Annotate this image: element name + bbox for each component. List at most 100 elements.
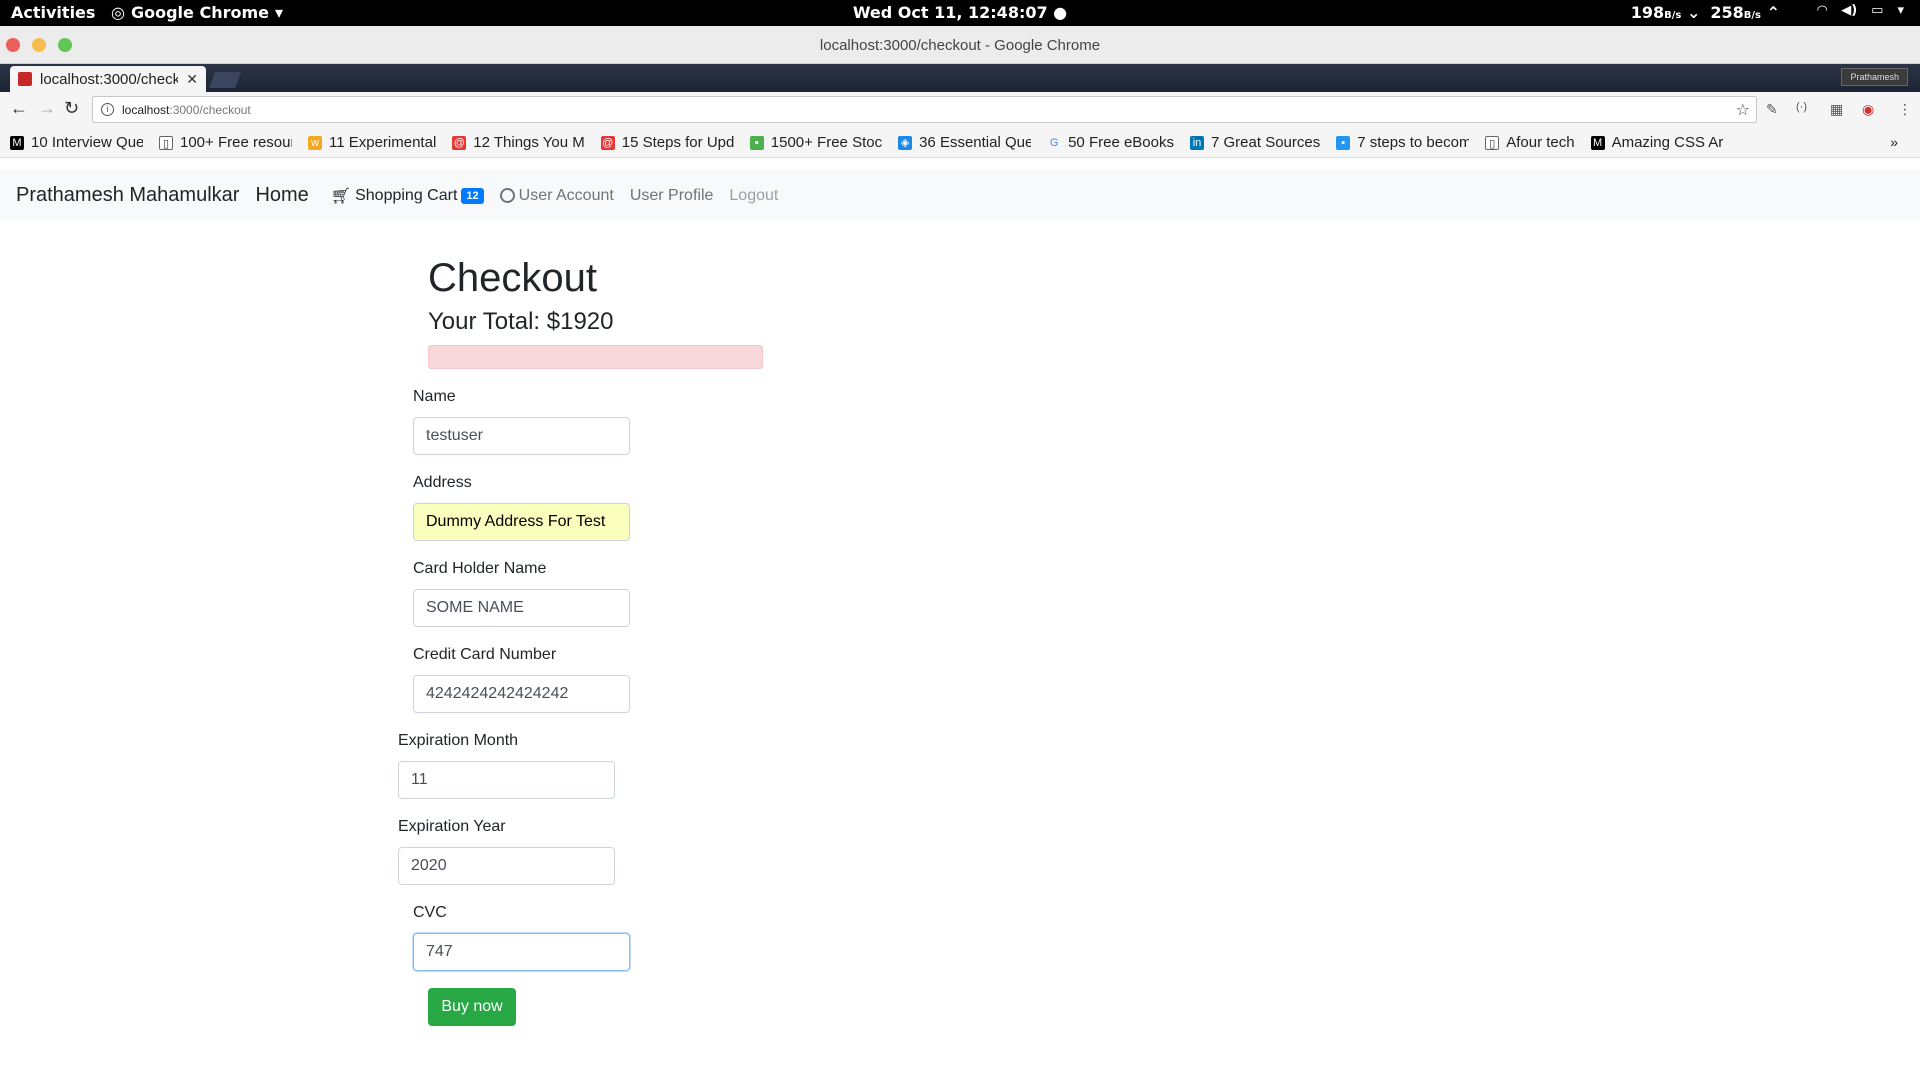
buy-now-button[interactable]: Buy now bbox=[428, 988, 516, 1026]
extension-red-circle-icon[interactable]: ◉ bbox=[1862, 101, 1874, 118]
exp-year-input[interactable] bbox=[398, 847, 615, 885]
red-swirl-icon: @ bbox=[600, 135, 615, 150]
bookmark-label: 11 Experimental bbox=[329, 134, 437, 151]
card-number-input[interactable] bbox=[413, 675, 630, 713]
network-speed: 198B/s ⌄ 258B/s ⌃ bbox=[1630, 3, 1780, 22]
bookmark-label: 50 Free eBooks bbox=[1068, 134, 1174, 151]
bookmark-item[interactable]: @15 Steps for Upd bbox=[600, 134, 734, 151]
reload-icon[interactable]: ↻ bbox=[64, 98, 79, 119]
bookmark-item[interactable]: @12 Things You M bbox=[452, 134, 585, 151]
page-title: Checkout bbox=[428, 256, 597, 300]
bookmark-label: 7 steps to becom bbox=[1357, 134, 1470, 151]
favicon-icon bbox=[18, 72, 32, 86]
new-tab-button[interactable] bbox=[209, 72, 241, 88]
extension-grid-icon[interactable]: ▦ bbox=[1830, 101, 1843, 118]
green-square-icon: ▪ bbox=[749, 135, 764, 150]
cvc-label: CVC bbox=[413, 904, 447, 921]
google-icon: G bbox=[1049, 136, 1059, 149]
address-bar[interactable]: i localhost:3000/checkout ☆ bbox=[92, 96, 1757, 123]
browser-toolbar: ← → ↻ i localhost:3000/checkout ☆ ✎ (·) … bbox=[0, 92, 1920, 128]
medium-icon: M bbox=[10, 135, 24, 150]
tab-checkout[interactable]: localhost:3000/checkout ✕ bbox=[10, 66, 206, 92]
back-arrow-icon[interactable]: ← bbox=[10, 98, 28, 119]
bookmark-label: Amazing CSS Ar bbox=[1611, 134, 1724, 151]
profile-button[interactable]: Prathamesh bbox=[1841, 68, 1908, 86]
close-tab-icon[interactable]: ✕ bbox=[186, 71, 198, 88]
system-top-bar: Activities ◎ Google Chrome ▾ Wed Oct 11,… bbox=[0, 0, 1920, 26]
window-title: localhost:3000/checkout - Google Chrome bbox=[819, 37, 1101, 54]
url-path: :3000/checkout bbox=[169, 102, 251, 117]
nav-logout[interactable]: Logout bbox=[729, 187, 778, 205]
nav-cart-label: Shopping Cart bbox=[355, 186, 458, 204]
bookmark-label: 1500+ Free Stoc bbox=[770, 134, 883, 151]
window-title-bar: localhost:3000/checkout - Google Chrome bbox=[0, 26, 1920, 64]
menu-dots-icon[interactable]: ⋮ bbox=[1898, 101, 1912, 118]
net-up-value: 258 bbox=[1710, 3, 1744, 22]
nav-user-account[interactable]: User Account bbox=[499, 186, 614, 205]
name-input[interactable] bbox=[413, 417, 630, 455]
bookmark-label: 15 Steps for Upd bbox=[621, 134, 734, 151]
medium-icon: M bbox=[1590, 135, 1605, 150]
address-label: Address bbox=[413, 474, 472, 491]
order-total: Your Total: $1920 bbox=[428, 308, 614, 335]
cvc-input[interactable] bbox=[413, 933, 630, 971]
bookmark-item[interactable]: ◈ 36 Essential Que bbox=[898, 134, 1031, 151]
bookmarks-bar: M 10 Interview Que ▯ 100+ Free resour w 11 Ex… bbox=[0, 128, 1920, 158]
name-label: Name bbox=[413, 388, 456, 405]
exp-month-label: Expiration Month bbox=[398, 732, 519, 749]
nav-user-profile[interactable]: User Profile bbox=[630, 187, 714, 205]
bookmark-label: 7 Great Sources bbox=[1211, 134, 1321, 151]
nav-shopping-cart[interactable]: 🛒︎ Shopping Cart 12 bbox=[331, 186, 484, 206]
tab-strip: localhost:3000/checkout ✕ Prathamesh bbox=[0, 64, 1920, 92]
bookmark-item[interactable]: G 50 Free eBooks bbox=[1047, 134, 1174, 151]
bookmark-star-icon[interactable]: ☆ bbox=[1736, 100, 1750, 120]
chevron-up-icon: ⌃ bbox=[1766, 3, 1780, 22]
extension-broadcast-icon[interactable]: (·) bbox=[1796, 101, 1807, 113]
red-swirl-icon: @ bbox=[452, 135, 467, 150]
card-holder-input[interactable] bbox=[413, 589, 630, 627]
bookmark-label: 10 Interview Que bbox=[31, 134, 143, 151]
blue-doc-icon: ▪ bbox=[1336, 135, 1351, 150]
exp-month-input[interactable] bbox=[398, 761, 615, 799]
page-icon: ▯ bbox=[159, 135, 173, 150]
card-number-label: Credit Card Number bbox=[413, 646, 557, 663]
system-tray[interactable]: ◠ ◀) ▭ ▾ bbox=[1817, 3, 1904, 18]
bookmark-label: Afour tech bbox=[1506, 134, 1575, 151]
chevron-down-icon: ⌄ bbox=[1686, 3, 1701, 22]
volume-icon: ◀) bbox=[1841, 3, 1858, 18]
bookmark-item[interactable]: M Amazing CSS Ar bbox=[1590, 134, 1724, 151]
bookmark-label: 12 Things You M bbox=[473, 134, 585, 151]
bookmark-item[interactable]: M 10 Interview Que bbox=[10, 134, 143, 151]
tab-title: localhost:3000/checkout bbox=[40, 70, 179, 88]
bookmark-item[interactable]: ▯ Afour tech bbox=[1485, 134, 1575, 151]
forward-arrow-icon[interactable]: → bbox=[38, 98, 56, 119]
user-circle-icon bbox=[499, 188, 515, 203]
exp-year-label: Expiration Year bbox=[398, 818, 506, 835]
bookmark-item[interactable]: w 11 Experimental bbox=[308, 134, 436, 151]
extension-grease-icon[interactable]: ✎ bbox=[1766, 101, 1778, 118]
bookmark-label: 100+ Free resour bbox=[180, 134, 292, 151]
bookmark-item[interactable]: ▪ 1500+ Free Stoc bbox=[749, 134, 883, 151]
nav-user-account-label: User Account bbox=[518, 186, 614, 204]
url-host: localhost bbox=[122, 102, 170, 117]
wifi-icon: ◠ bbox=[1817, 3, 1828, 18]
net-down-value: 198 bbox=[1630, 3, 1665, 22]
brand-link[interactable]: Prathamesh Mahamulkar bbox=[16, 184, 239, 207]
bookmark-label: 36 Essential Que bbox=[919, 134, 1032, 151]
bookmarks-overflow-icon[interactable]: » bbox=[1890, 134, 1898, 150]
card-holder-label: Card Holder Name bbox=[413, 560, 547, 577]
error-alert bbox=[428, 345, 763, 369]
info-icon[interactable]: i bbox=[101, 103, 114, 116]
nav-home[interactable]: Home bbox=[255, 184, 308, 207]
cart-icon: 🛒︎ bbox=[330, 187, 352, 205]
w-icon: w bbox=[308, 135, 322, 150]
page-icon: ▯ bbox=[1485, 135, 1500, 150]
linkedin-icon: in bbox=[1190, 135, 1204, 150]
cart-count-badge: 12 bbox=[461, 187, 484, 204]
address-input[interactable] bbox=[413, 503, 630, 541]
bookmark-item[interactable]: ▯ 100+ Free resour bbox=[159, 134, 292, 151]
battery-icon: ▭ bbox=[1871, 3, 1884, 18]
bookmark-item[interactable]: ▪ 7 steps to becom bbox=[1336, 134, 1469, 151]
blue-square-icon: ◈ bbox=[898, 135, 913, 150]
bookmark-item[interactable]: in 7 Great Sources bbox=[1190, 134, 1320, 151]
